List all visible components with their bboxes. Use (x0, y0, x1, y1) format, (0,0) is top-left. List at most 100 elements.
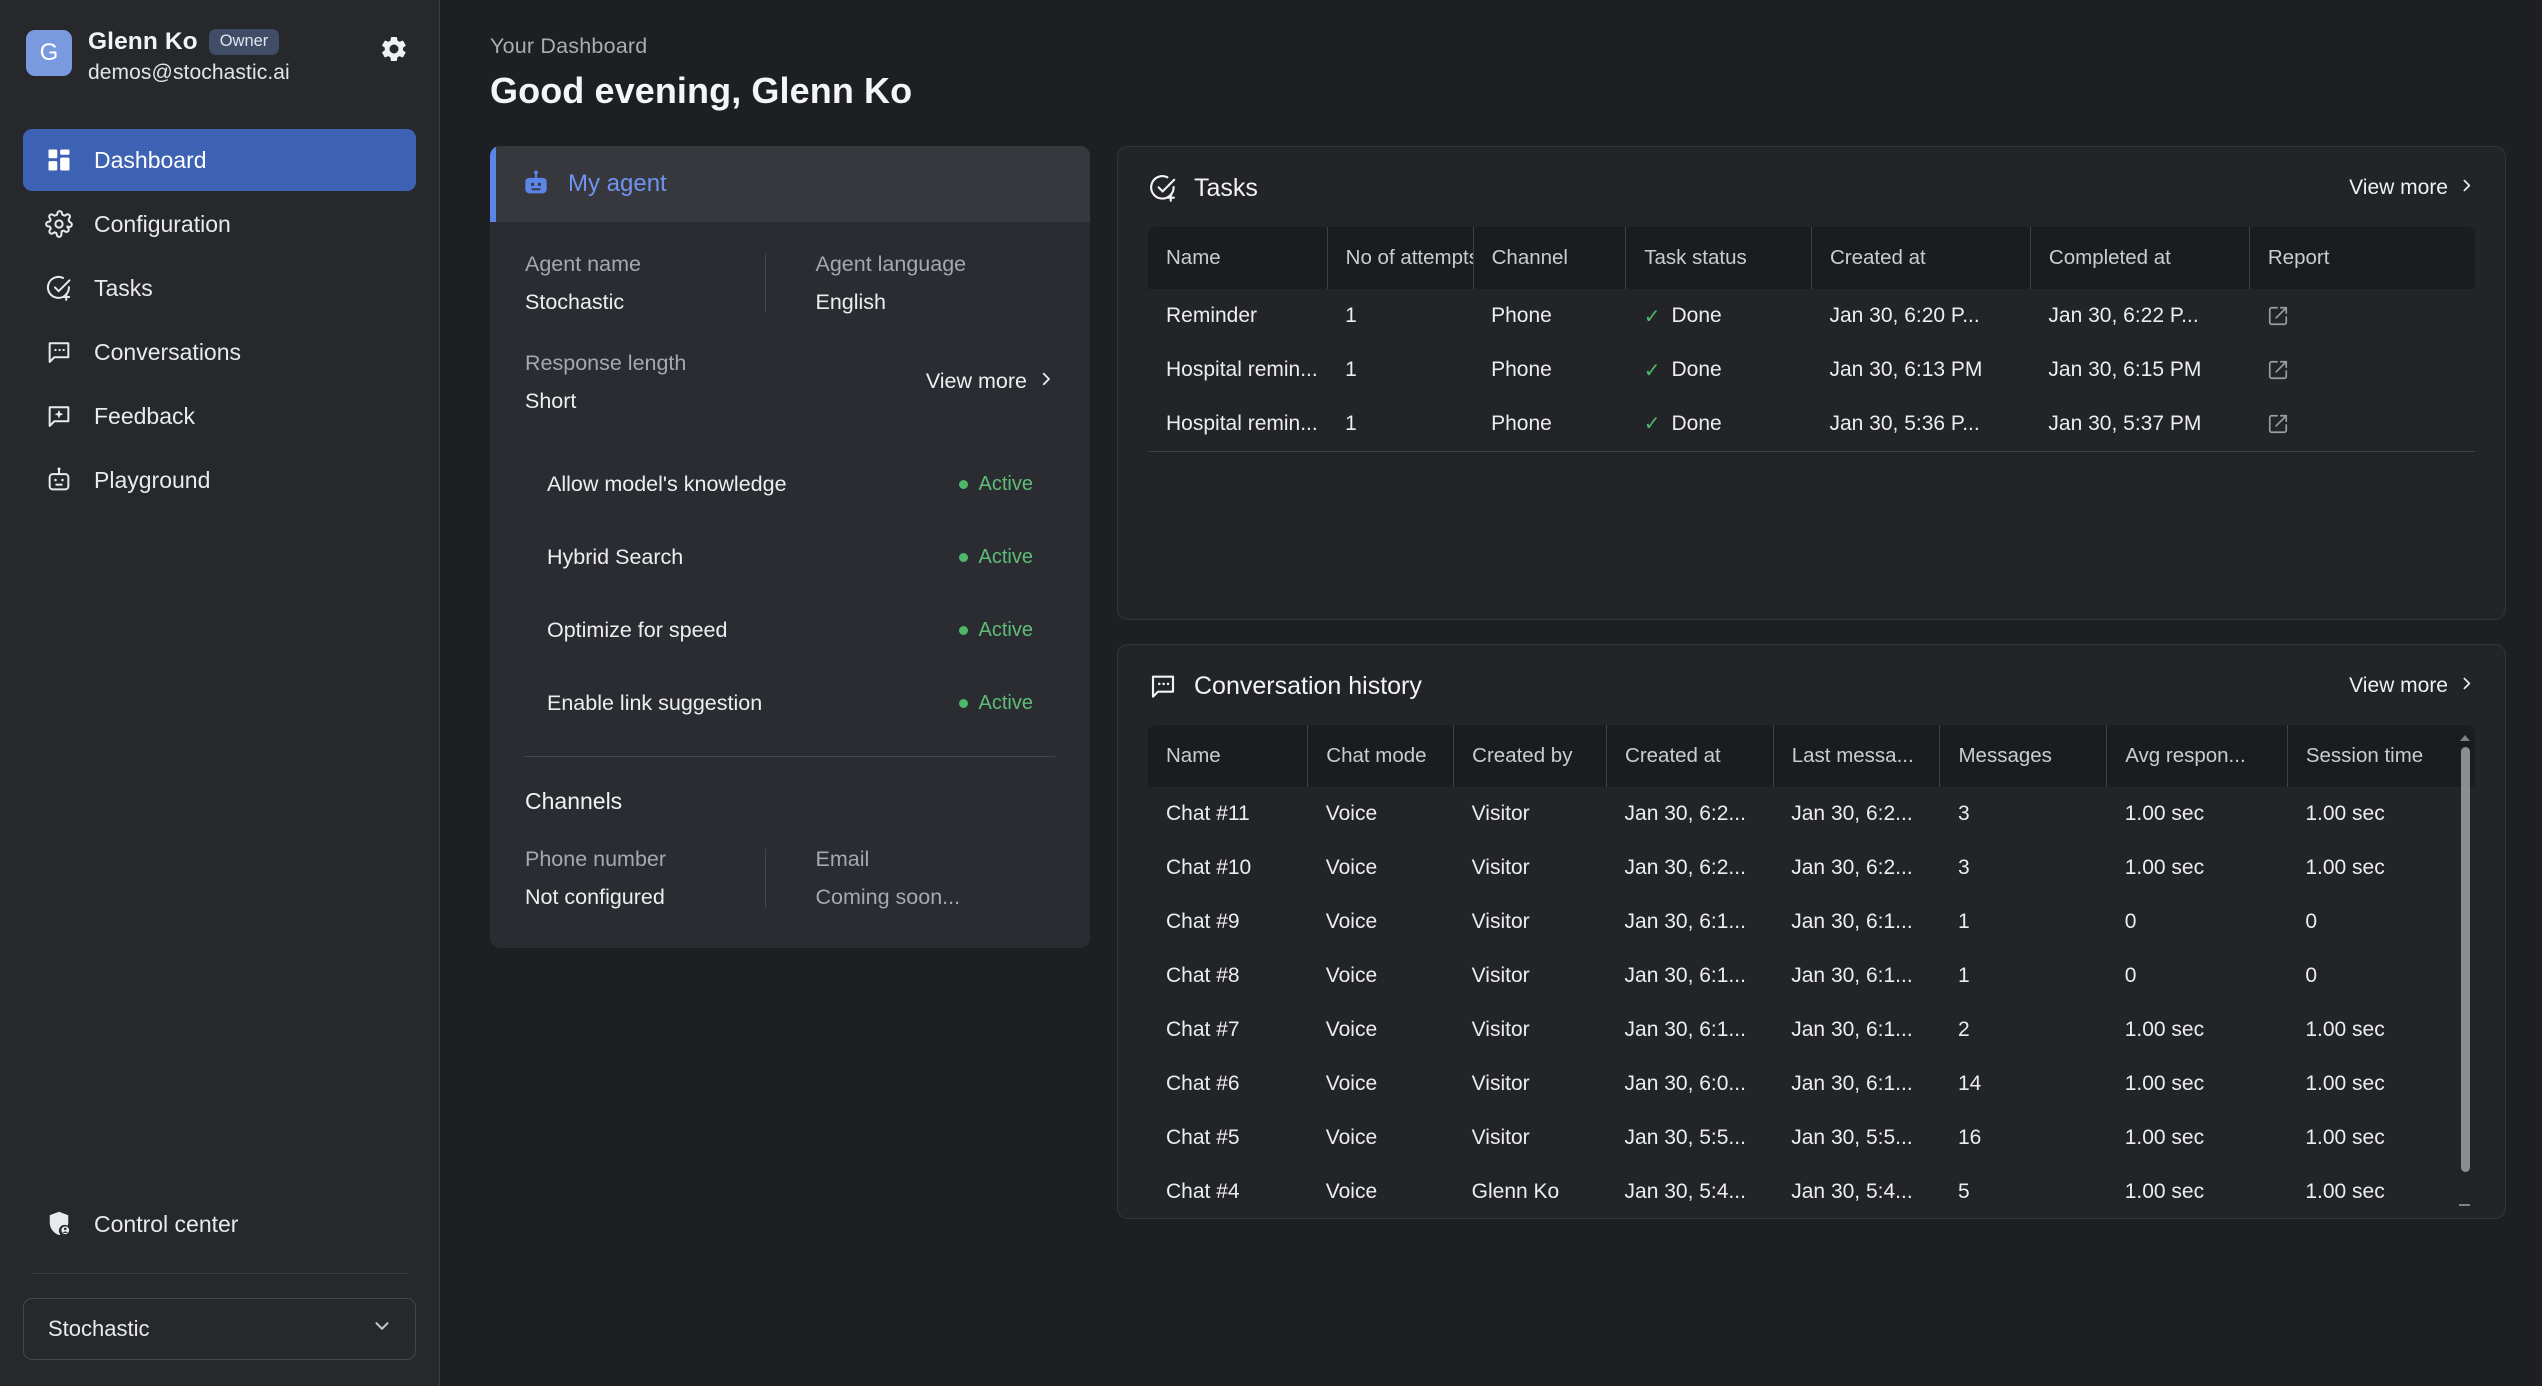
column-header-last-message[interactable]: Last messa... (1773, 725, 1941, 787)
table-row[interactable]: Chat #7 Voice Visitor Jan 30, 6:1... Jan 30,… (1148, 1003, 2475, 1057)
table-row[interactable]: Chat #9 Voice Visitor Jan 30, 6:1... Jan 30,… (1148, 895, 2475, 949)
column-header-avg-response[interactable]: Avg respon... (2106, 725, 2288, 787)
column-header-name[interactable]: Name (1148, 227, 1328, 289)
column-header-completed-at[interactable]: Completed at (2030, 227, 2250, 289)
task-attempts: 1 (1345, 358, 1357, 381)
task-report-cell[interactable] (2249, 289, 2475, 343)
feature-row[interactable]: Enable link suggestion Active (525, 667, 1055, 740)
task-report-cell[interactable] (2249, 343, 2475, 397)
feature-row[interactable]: Hybrid Search Active (525, 521, 1055, 594)
conv-avg-response: 0 (2124, 910, 2137, 933)
table-row[interactable]: Chat #11 Voice Visitor Jan 30, 6:2... Jan 30… (1148, 787, 2475, 841)
scroll-up-arrow-icon[interactable] (2460, 735, 2470, 741)
gear-icon (44, 209, 74, 239)
conv-created-by: Glenn Ko (1471, 1180, 1560, 1203)
settings-gear-button[interactable] (377, 34, 411, 68)
conversation-scrollbar[interactable] (2459, 735, 2471, 1206)
robot-icon (44, 465, 74, 495)
org-selector[interactable]: Stochastic (23, 1298, 416, 1360)
scroll-down-arrow-icon[interactable] (2459, 1204, 2470, 1206)
table-row[interactable]: Chat #8 Voice Visitor Jan 30, 6:1... Jan 30,… (1148, 949, 2475, 1003)
sidebar-item-feedback[interactable]: Feedback (23, 385, 416, 447)
chevron-right-icon (2458, 675, 2475, 698)
scrollbar-thumb[interactable] (2461, 747, 2470, 1172)
sidebar-divider (31, 1273, 408, 1274)
conv-avg-response: 1.00 sec (2124, 1126, 2205, 1149)
conv-chat-mode: Voice (1325, 1018, 1378, 1041)
sidebar-item-playground[interactable]: Playground (23, 449, 416, 511)
my-agent-card-body: Agent name Stochastic Agent language Eng… (490, 222, 1090, 948)
feature-row[interactable]: Optimize for speed Active (525, 594, 1055, 667)
table-row[interactable]: Chat #5 Voice Visitor Jan 30, 5:5... Jan 30,… (1148, 1111, 2475, 1165)
tasks-panel: Tasks View more Name No of attempts Chan… (1117, 146, 2506, 620)
feature-label: Allow model's knowledge (547, 472, 787, 496)
conv-session-time: 1.00 sec (2305, 1180, 2385, 1203)
response-length-label: Response length (525, 351, 687, 375)
check-icon: ✓ (1643, 359, 1661, 382)
column-header-created-at[interactable]: Created at (1811, 227, 2031, 289)
column-header-channel[interactable]: Channel (1473, 227, 1627, 289)
conv-name: Chat #5 (1166, 1126, 1240, 1149)
tasks-header-row: Name No of attempts Channel Task status … (1148, 227, 2475, 289)
my-agent-card: My agent Agent name Stochastic Agent lan… (490, 146, 1090, 948)
role-badge: Owner (208, 29, 280, 55)
conv-created-by: Visitor (1471, 1126, 1530, 1149)
agent-view-more-link[interactable]: View more (926, 351, 1055, 394)
conv-session-time: 0 (2305, 910, 2318, 933)
sidebar-item-dashboard[interactable]: Dashboard (23, 129, 416, 191)
feature-label: Optimize for speed (547, 618, 728, 642)
breadcrumb: Your Dashboard (490, 34, 648, 58)
task-created-at: Jan 30, 6:13 PM (1829, 358, 1983, 381)
table-row[interactable]: Chat #4 Voice Glenn Ko Jan 30, 5:4... Jan 30… (1148, 1165, 2475, 1218)
external-link-icon[interactable] (2267, 413, 2475, 435)
my-agent-card-header[interactable]: My agent (490, 146, 1090, 222)
column-header-attempts[interactable]: No of attempts (1327, 227, 1474, 289)
column-header-chat-mode[interactable]: Chat mode (1307, 725, 1455, 787)
table-row[interactable]: Reminder 1 Phone ✓ Done Jan 30, 6:20 P...… (1148, 289, 2475, 343)
sidebar-item-configuration[interactable]: Configuration (23, 193, 416, 255)
task-check-icon (44, 273, 74, 303)
agent-column: My agent Agent name Stochastic Agent lan… (490, 146, 1090, 1219)
task-status: ✓ Done (1626, 343, 1812, 397)
table-row[interactable]: Hospital remin... 1 Phone ✓ Done Jan 30, … (1148, 397, 2475, 452)
conversation-table-scroll-area: Name Chat mode Created by Created at Las… (1148, 725, 2475, 1218)
sidebar-item-label: Configuration (94, 210, 231, 237)
agent-feature-list: Allow model's knowledge Active Hybrid Se… (525, 448, 1055, 740)
user-email: demos@stochastic.ai (88, 61, 290, 84)
conv-created-by: Visitor (1471, 856, 1530, 879)
response-length-value: Short (525, 389, 577, 413)
column-header-messages[interactable]: Messages (1939, 725, 2108, 787)
chevron-right-icon (1037, 370, 1055, 394)
feature-label: Hybrid Search (547, 545, 684, 569)
conversation-view-more-link[interactable]: View more (2349, 674, 2475, 698)
column-header-created-at[interactable]: Created at (1606, 725, 1774, 787)
agent-name-field: Agent name Stochastic (525, 252, 765, 315)
sidebar-item-tasks[interactable]: Tasks (23, 257, 416, 319)
table-row[interactable]: Chat #6 Voice Visitor Jan 30, 6:0... Jan 30,… (1148, 1057, 2475, 1111)
agent-language-field: Agent language English (766, 252, 1056, 315)
external-link-icon[interactable] (2267, 305, 2475, 327)
task-attempts: 1 (1345, 304, 1357, 327)
conv-last-message: Jan 30, 6:1... (1791, 1072, 1913, 1095)
column-header-session-time[interactable]: Session time (2287, 725, 2475, 787)
status-dot-icon (958, 626, 968, 635)
column-header-name[interactable]: Name (1148, 725, 1309, 787)
conv-created-by: Visitor (1471, 964, 1530, 987)
sidebar-item-control-center[interactable]: Control center (23, 1195, 416, 1253)
feature-row[interactable]: Allow model's knowledge Active (525, 448, 1055, 521)
external-link-icon[interactable] (2267, 359, 2475, 381)
column-header-created-by[interactable]: Created by (1453, 725, 1608, 787)
check-icon: ✓ (1643, 413, 1661, 436)
conv-session-time: 1.00 sec (2305, 802, 2385, 825)
tasks-view-more-link[interactable]: View more (2349, 176, 2475, 200)
task-report-cell[interactable] (2249, 397, 2475, 452)
conv-messages: 5 (1957, 1180, 1970, 1203)
status-badge: Active (958, 473, 1033, 496)
table-row[interactable]: Chat #10 Voice Visitor Jan 30, 6:2... Jan 30… (1148, 841, 2475, 895)
column-header-report[interactable]: Report (2249, 227, 2475, 289)
sidebar-item-conversations[interactable]: Conversations (23, 321, 416, 383)
conv-avg-response: 0 (2124, 964, 2137, 987)
column-header-task-status[interactable]: Task status (1625, 227, 1812, 289)
user-profile-block[interactable]: G Glenn Ko Owner demos@stochastic.ai (0, 0, 439, 85)
table-row[interactable]: Hospital remin... 1 Phone ✓ Done Jan 30, … (1148, 343, 2475, 397)
